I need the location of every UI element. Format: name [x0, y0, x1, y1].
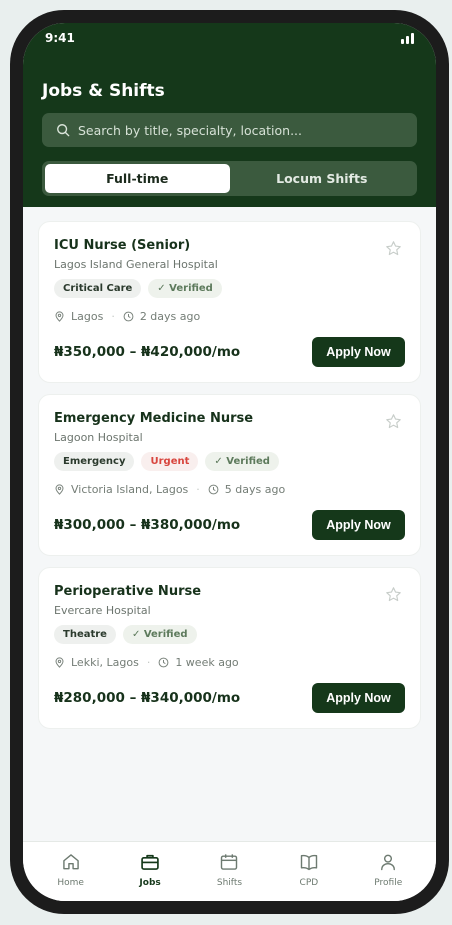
app-screen: 9:41 Jobs & Shifts Search by title, spec… [23, 23, 436, 901]
clock-icon [123, 311, 134, 322]
job-location: Lagos [71, 310, 104, 323]
job-company: Lagoon Hospital [54, 431, 143, 444]
tag-specialty: Emergency [54, 452, 135, 471]
tag-specialty: Theatre [54, 625, 116, 644]
search-input[interactable]: Search by title, specialty, location... [42, 113, 417, 147]
signal-icon [401, 32, 414, 44]
job-list: ICU Nurse (Senior) Lagos Island General … [38, 221, 421, 740]
job-posted: 5 days ago [224, 483, 286, 496]
job-title: Emergency Medicine Nurse [54, 411, 254, 426]
job-card[interactable]: ICU Nurse (Senior) Lagos Island General … [38, 221, 421, 383]
status-time: 9:41 [45, 31, 75, 45]
tab-shifts[interactable]: Shifts [196, 852, 262, 901]
tab-label: Home [57, 878, 84, 888]
job-posted: 2 days ago [139, 310, 201, 323]
tag-specialty: Critical Care [54, 279, 142, 298]
tab-label: CPD [299, 878, 319, 888]
job-tags: Critical Care ✓ Verified [54, 279, 405, 298]
tab-profile[interactable]: Profile [355, 852, 421, 901]
tab-cpd[interactable]: CPD [276, 852, 342, 901]
tab-full-time[interactable]: Full-time [45, 164, 230, 193]
star-icon[interactable] [385, 240, 402, 257]
search-placeholder: Search by title, specialty, location... [78, 122, 302, 138]
job-company: Lagos Island General Hospital [54, 258, 218, 271]
job-meta: Lekki, Lagos · 1 week ago [54, 656, 405, 669]
job-title: ICU Nurse (Senior) [54, 238, 191, 253]
calendar-icon [221, 854, 238, 870]
job-company: Evercare Hospital [54, 604, 151, 617]
job-tags: Theatre ✓ Verified [54, 625, 405, 644]
tab-label: Profile [374, 878, 403, 888]
apply-now-button[interactable]: Apply Now [312, 510, 405, 540]
job-salary: ₦300,000 – ₦380,000/mo [54, 517, 241, 533]
tab-home[interactable]: Home [38, 852, 104, 901]
page-title: Jobs & Shifts [42, 81, 165, 101]
job-meta: Victoria Island, Lagos · 5 days ago [54, 483, 405, 496]
job-meta: Lagos · 2 days ago [54, 310, 405, 323]
search-icon [57, 124, 70, 137]
location-pin-icon [55, 484, 64, 495]
status-bar: 9:41 [23, 23, 436, 53]
tag-verified: ✓ Verified [122, 625, 197, 644]
location-pin-icon [55, 311, 64, 322]
home-icon [62, 854, 79, 870]
tag-verified: ✓ Verified [205, 452, 279, 471]
star-icon[interactable] [385, 413, 402, 430]
job-card[interactable]: Perioperative Nurse Evercare Hospital Th… [38, 567, 421, 729]
clock-icon [158, 657, 169, 668]
job-type-toggle: Full-time Locum Shifts [42, 161, 417, 196]
tab-jobs[interactable]: Jobs [117, 852, 183, 901]
job-location: Victoria Island, Lagos [71, 483, 189, 496]
tab-label: Shifts [216, 878, 243, 888]
job-salary: ₦350,000 – ₦420,000/mo [54, 344, 241, 360]
apply-now-button[interactable]: Apply Now [312, 337, 405, 367]
tag-verified: ✓ Verified [148, 279, 222, 298]
job-posted: 1 week ago [175, 656, 239, 669]
job-location: Lekki, Lagos [71, 656, 139, 669]
location-pin-icon [55, 657, 64, 668]
book-icon [300, 854, 318, 871]
job-card[interactable]: Emergency Medicine Nurse Lagoon Hospital… [38, 394, 421, 556]
tab-locum-shifts[interactable]: Locum Shifts [230, 164, 415, 193]
apply-now-button[interactable]: Apply Now [312, 683, 405, 713]
app-header: 9:41 Jobs & Shifts Search by title, spec… [23, 23, 436, 207]
briefcase-icon [141, 854, 159, 870]
phone-frame: 9:41 Jobs & Shifts Search by title, spec… [10, 10, 449, 914]
tag-urgent: Urgent [141, 452, 199, 471]
job-salary: ₦280,000 – ₦340,000/mo [54, 690, 241, 706]
tab-label: Jobs [139, 878, 161, 888]
person-icon [381, 854, 396, 871]
star-icon[interactable] [385, 586, 402, 603]
bottom-tab-bar: Home Jobs Shifts CPD Profile [23, 841, 436, 901]
clock-icon [208, 484, 219, 495]
job-tags: Emergency Urgent ✓ Verified [54, 452, 405, 471]
job-title: Perioperative Nurse [54, 584, 202, 599]
